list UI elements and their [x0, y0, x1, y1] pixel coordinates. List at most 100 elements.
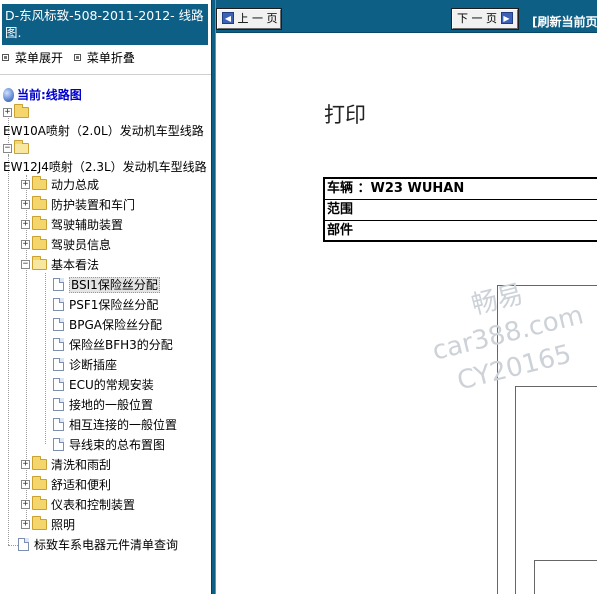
expand-toggle-icon[interactable]: +: [21, 180, 30, 189]
next-page-label: 下 一 页: [457, 12, 497, 25]
tree-folder-label[interactable]: 照明: [51, 518, 75, 532]
tree-folder[interactable]: − 基本看法: [21, 255, 99, 275]
expand-toggle-icon[interactable]: +: [21, 480, 30, 489]
folder-icon: [32, 236, 47, 250]
menu-expand-link[interactable]: 菜单展开: [15, 51, 63, 65]
menu-collapse-link[interactable]: 菜单折叠: [87, 51, 135, 65]
folder-open-icon: [32, 256, 47, 270]
tree-page-label[interactable]: 接地的一般位置: [69, 398, 153, 412]
folder-open-icon: [14, 140, 29, 154]
tree-node-engine1[interactable]: +: [3, 103, 33, 123]
folder-icon: [32, 196, 47, 210]
document-icon: [53, 278, 64, 291]
expand-icon: [2, 54, 9, 61]
tree-folder-label[interactable]: 动力总成: [51, 178, 99, 192]
tree-line: [8, 155, 9, 545]
expand-toggle-icon[interactable]: +: [21, 520, 30, 529]
document-icon: [53, 438, 64, 451]
tree-page[interactable]: BSI1保险丝分配: [53, 275, 160, 295]
tree-page[interactable]: 诊断插座: [53, 355, 117, 375]
tree-page[interactable]: 标致车系电器元件清单查询: [18, 535, 178, 555]
tree-label-row: EW10A喷射（2.0L）发动机车型线路: [3, 121, 204, 141]
expand-toggle-icon[interactable]: +: [21, 200, 30, 209]
document-icon: [53, 318, 64, 331]
current-location-label: 当前:线路图: [17, 88, 82, 102]
tree-line: [45, 273, 46, 444]
tree-folder-label[interactable]: 舒适和便利: [51, 478, 111, 492]
tree-page[interactable]: PSF1保险丝分配: [53, 295, 158, 315]
folder-icon: [32, 216, 47, 230]
document-icon: [53, 358, 64, 371]
tree-page-label[interactable]: BPGA保险丝分配: [69, 318, 162, 332]
document-icon: [53, 398, 64, 411]
expand-toggle-icon[interactable]: +: [21, 460, 30, 469]
tree-page-label[interactable]: 保险丝BFH3的分配: [69, 338, 173, 352]
expand-toggle-icon[interactable]: +: [21, 240, 30, 249]
tree-page[interactable]: BPGA保险丝分配: [53, 315, 162, 335]
tree-folder-label[interactable]: 驾驶员信息: [51, 238, 111, 252]
tree-line: [8, 545, 18, 546]
tree-page-label[interactable]: ECU的常规安装: [69, 378, 154, 392]
next-page-button[interactable]: 下 一 页 ▶: [451, 8, 519, 30]
page-toolbar: ◀ 上 一 页 下 一 页 ▶ [刷新当前页: [216, 0, 597, 33]
folder-icon: [32, 176, 47, 190]
tree-page[interactable]: ECU的常规安装: [53, 375, 154, 395]
tree-folder[interactable]: + 驾驶员信息: [21, 235, 111, 255]
tree-folder[interactable]: + 仪表和控制装置: [21, 495, 135, 515]
tree-node-engine2[interactable]: −: [3, 139, 33, 159]
tree-folder[interactable]: + 防护装置和车门: [21, 195, 135, 215]
previous-page-label: 上 一 页: [237, 12, 278, 25]
collapse-toggle-icon[interactable]: −: [3, 144, 12, 153]
tree-node-engine2-label[interactable]: EW12J4喷射（2.3L）发动机车型线路: [3, 160, 207, 174]
vehicle-cell: 车辆 ：W23 WUHAN: [323, 177, 597, 200]
part-cell: 部件: [323, 219, 597, 242]
scope-cell: 范围: [323, 198, 597, 221]
tree-folder-label[interactable]: 清洗和雨刮: [51, 458, 111, 472]
expand-toggle-icon[interactable]: +: [21, 500, 30, 509]
document-icon: [53, 378, 64, 391]
info-table: 车辆 ：W23 WUHAN 范围 部件: [323, 177, 597, 242]
tree-page[interactable]: 导线束的总布置图: [53, 435, 165, 455]
table-row: 车辆 ：W23 WUHAN: [323, 177, 597, 200]
collapse-toggle-icon[interactable]: −: [21, 260, 30, 269]
menu-bar: 菜单展开 菜单折叠: [2, 50, 142, 68]
tree-page[interactable]: 保险丝BFH3的分配: [53, 335, 173, 355]
folder-icon: [14, 104, 29, 118]
tree-folder[interactable]: + 舒适和便利: [21, 475, 111, 495]
table-row: 部件: [323, 219, 597, 242]
document-icon: [53, 418, 64, 431]
tree-folder[interactable]: + 动力总成: [21, 175, 99, 195]
tree-page-label[interactable]: 相互连接的一般位置: [69, 418, 177, 432]
navigation-frame: D-东风标致-508-2011-2012- 线路图. 菜单展开 菜单折叠 当前:…: [0, 0, 211, 594]
tree-page-label[interactable]: 导线束的总布置图: [69, 438, 165, 452]
folder-icon: [32, 516, 47, 530]
tree-page[interactable]: 接地的一般位置: [53, 395, 153, 415]
tree-folder[interactable]: + 清洗和雨刮: [21, 455, 111, 475]
tree-folder-label[interactable]: 驾驶辅助装置: [51, 218, 123, 232]
tree-page-label[interactable]: PSF1保险丝分配: [69, 298, 158, 312]
table-row: 范围: [323, 198, 597, 221]
globe-icon: [3, 87, 14, 102]
folder-icon: [32, 496, 47, 510]
tree-label-row: EW12J4喷射（2.3L）发动机车型线路: [3, 157, 207, 177]
tree-page-label[interactable]: 诊断插座: [69, 358, 117, 372]
tree-folder-label[interactable]: 基本看法: [51, 258, 99, 272]
previous-page-button[interactable]: ◀ 上 一 页: [216, 8, 282, 30]
tree-folder[interactable]: + 驾驶辅助装置: [21, 215, 123, 235]
tree-folder-label[interactable]: 防护装置和车门: [51, 198, 135, 212]
collapse-icon: [73, 54, 81, 61]
tree-node-engine1-label[interactable]: EW10A喷射（2.0L）发动机车型线路: [3, 124, 204, 138]
tree-folder-label[interactable]: 仪表和控制装置: [51, 498, 135, 512]
document-icon: [53, 298, 64, 311]
tree-page[interactable]: 相互连接的一般位置: [53, 415, 177, 435]
document-icon: [18, 538, 29, 551]
tree-page-label-selected[interactable]: BSI1保险丝分配: [69, 277, 160, 293]
tree-page-label[interactable]: 标致车系电器元件清单查询: [34, 538, 178, 552]
expand-toggle-icon[interactable]: +: [3, 108, 12, 117]
tree-folder[interactable]: + 照明: [21, 515, 75, 535]
arrow-left-icon: ◀: [222, 12, 234, 24]
refresh-page-link[interactable]: [刷新当前页: [532, 14, 597, 30]
current-location: 当前:线路图: [3, 85, 82, 105]
document-title: D-东风标致-508-2011-2012- 线路图.: [2, 4, 208, 45]
expand-toggle-icon[interactable]: +: [21, 220, 30, 229]
